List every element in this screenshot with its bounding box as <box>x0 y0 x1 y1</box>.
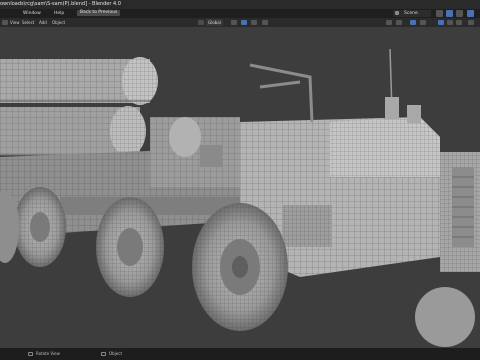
menu-add[interactable]: Add <box>39 18 47 27</box>
window-titlebar: ownloads\rcg\sam\S-sam(P).blend] - Blend… <box>0 0 480 9</box>
proportional-edit-icon[interactable] <box>262 20 268 25</box>
top-menu-bar: Window Help Back to Previous Scene <box>0 9 480 18</box>
new-layer-icon[interactable] <box>456 10 463 17</box>
front-grille <box>440 152 480 272</box>
scene-options-icon[interactable] <box>436 10 443 17</box>
view-layer-icon[interactable] <box>446 10 453 17</box>
snap-icon[interactable] <box>241 20 247 25</box>
back-to-previous-button[interactable]: Back to Previous <box>77 10 121 16</box>
mouse-right-icon <box>101 352 106 356</box>
3d-viewport[interactable] <box>0 27 480 348</box>
status-bar: Rotate View Object <box>0 348 480 360</box>
render-layer-icon[interactable] <box>467 10 474 17</box>
visibility-icon[interactable] <box>386 20 392 25</box>
status-right-label: Object <box>109 351 123 356</box>
menu-window[interactable]: Window <box>23 9 41 18</box>
editor-type-icon[interactable] <box>2 20 8 25</box>
shading-rendered-icon[interactable] <box>456 20 462 25</box>
menu-select[interactable]: Select <box>22 18 34 27</box>
menu-help[interactable]: Help <box>54 9 64 18</box>
scene-selector[interactable]: Scene <box>393 10 431 17</box>
window-title: ownloads\rcg\sam\S-sam(P).blend] - Blend… <box>0 1 121 7</box>
snap-target-icon[interactable] <box>251 20 257 25</box>
pivot-icon[interactable] <box>231 20 237 25</box>
xray-icon[interactable] <box>420 20 426 25</box>
global-orientation-icon[interactable] <box>198 20 204 25</box>
scene-label: Scene <box>404 11 418 16</box>
status-left-label: Rotate View <box>36 351 60 356</box>
shading-material-icon[interactable] <box>447 20 453 25</box>
transform-orientation-select[interactable]: Global <box>206 19 223 26</box>
shading-options-icon[interactable] <box>468 20 474 25</box>
menu-object[interactable]: Object <box>52 18 65 27</box>
mid-equipment <box>150 117 240 187</box>
overlay-icon[interactable] <box>410 20 416 25</box>
shading-solid-icon[interactable] <box>438 20 444 25</box>
menu-view[interactable]: View <box>10 18 20 27</box>
viewport-header: View Select Add Object Global <box>0 18 480 27</box>
mouse-middle-icon <box>28 352 33 356</box>
gizmo-icon[interactable] <box>396 20 402 25</box>
scene-icon <box>395 11 399 15</box>
viewport-canvas[interactable] <box>0 27 480 348</box>
